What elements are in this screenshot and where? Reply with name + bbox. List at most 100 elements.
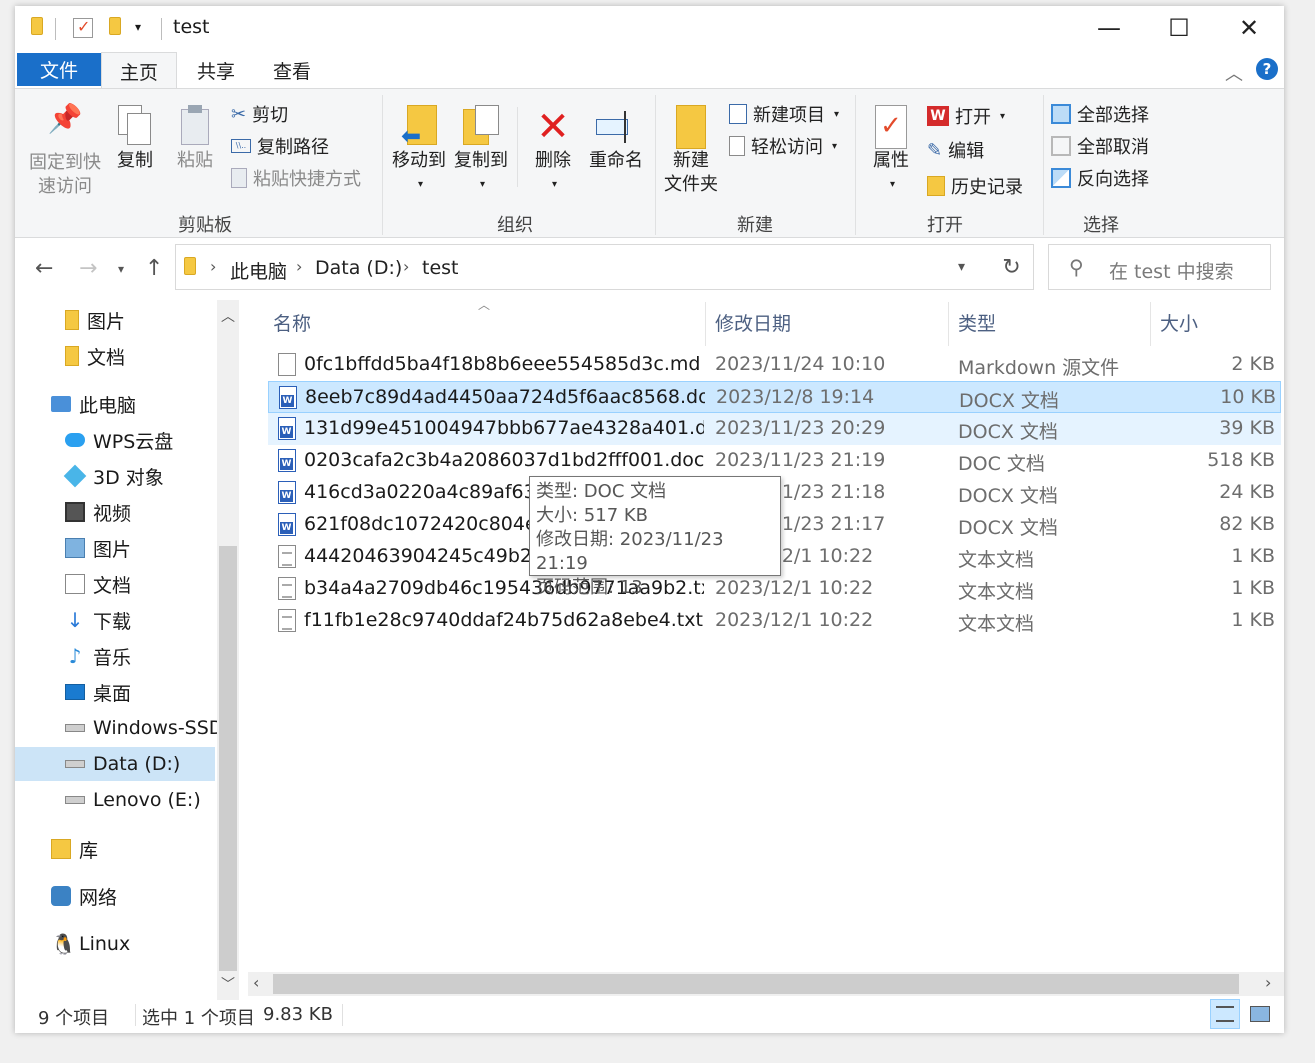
nav-item[interactable]: ↓ 下载 (65, 603, 131, 637)
file-size: 1 KB (1231, 609, 1275, 631)
nav-item[interactable]: 🐧 Linux (51, 927, 130, 961)
tab-view[interactable]: 查看 (261, 52, 323, 88)
nav-item[interactable]: Windows-SSD (65, 711, 223, 745)
properties-qat-icon[interactable]: ✓ (73, 17, 93, 38)
nav-item[interactable]: 文档 (65, 567, 131, 601)
tab-file[interactable]: 文件 (17, 53, 101, 86)
history-button[interactable]: 历史记录 (927, 173, 1023, 199)
rename-button[interactable]: 重命名 (585, 105, 647, 173)
breadcrumb-data-drive[interactable]: Data (D:) (315, 257, 402, 279)
nav-item[interactable]: 图片 (65, 303, 125, 337)
file-row[interactable]: 0203cafa2c3b4a2086037d1bd2fff001.doc 2023… (268, 445, 1281, 477)
invert-selection-icon (1051, 168, 1071, 188)
ribbon-tabs: 文件 主页 共享 查看 ︿ ? (15, 50, 1284, 89)
select-all-button[interactable]: 全部选择 (1051, 101, 1149, 127)
nav-item[interactable]: 视频 (65, 495, 131, 529)
new-item-label: 新建项目 (753, 105, 825, 126)
search-box[interactable]: ⚲ 在 test 中搜索 (1048, 244, 1271, 290)
select-none-button[interactable]: 全部取消 (1051, 133, 1149, 159)
explorer-window: ✓ ▾ test — ☐ ✕ 文件 主页 共享 查看 ︿ ? 📌 固定到快 速访… (15, 6, 1284, 1033)
column-header-size[interactable]: 大小 (1160, 309, 1198, 336)
refresh-icon: ↻ (1002, 254, 1021, 280)
close-button[interactable]: ✕ (1214, 6, 1284, 50)
tab-home[interactable]: 主页 (101, 52, 177, 89)
tab-share[interactable]: 共享 (185, 52, 247, 88)
easy-access-label: 轻松访问 (751, 137, 823, 158)
address-bar[interactable]: › 此电脑 › Data (D:) › test ▾ (175, 244, 991, 290)
file-row[interactable]: 8eeb7c89d4ad4450aa724d5f6aac8568.docx 202… (268, 381, 1281, 413)
easy-access-button[interactable]: 轻松访问 ▾ (729, 133, 837, 159)
nav-item[interactable]: ♪ 音乐 (65, 639, 131, 673)
paste-shortcut-button[interactable]: 粘贴快捷方式 (231, 165, 361, 191)
file-size: 10 KB (1220, 386, 1276, 408)
new-folder-qat-icon[interactable] (109, 17, 121, 35)
back-arrow-icon[interactable]: ← (35, 256, 53, 281)
pin-quick-access-button[interactable]: 📌 固定到快 速访问 (25, 105, 105, 199)
properties-button[interactable]: ✓ 属性 ▾ (863, 105, 919, 197)
nav-item[interactable]: 网络 (51, 879, 117, 913)
library-icon (51, 839, 71, 859)
nav-item[interactable]: 此电脑 (51, 387, 136, 421)
drive-icon (65, 724, 85, 732)
qat-dropdown-icon[interactable]: ▾ (135, 20, 141, 34)
scroll-up-icon[interactable]: ︿ (221, 306, 235, 326)
nav-item[interactable]: 桌面 (65, 675, 131, 709)
invert-selection-button[interactable]: 反向选择 (1051, 165, 1149, 191)
nav-item-label: Data (D:) (93, 753, 181, 775)
properties-icon: ✓ (875, 105, 907, 149)
file-date: 2023/12/8 19:14 (716, 386, 875, 408)
copy-path-button[interactable]: \\.. 复制路径 (231, 133, 329, 159)
delete-button[interactable]: ✕ 删除 ▾ (527, 105, 579, 197)
new-item-button[interactable]: 新建项目 ▾ (729, 101, 839, 127)
address-dropdown-icon[interactable]: ▾ (958, 259, 965, 275)
nav-item[interactable]: 图片 (65, 531, 131, 565)
column-header-type[interactable]: 类型 (958, 309, 996, 336)
cut-button[interactable]: ✂ 剪切 (231, 101, 288, 127)
horizontal-scrollbar-thumb[interactable] (273, 974, 1239, 994)
file-row[interactable]: 131d99e451004947bbb677ae4328a401.d... 202… (268, 413, 1281, 445)
copy-to-button[interactable]: 复制到 ▾ (451, 105, 511, 197)
copy-button[interactable]: 复制 (111, 105, 159, 173)
details-view-button[interactable] (1210, 999, 1240, 1029)
open-button[interactable]: W 打开 ▾ (927, 103, 1005, 129)
paste-button[interactable]: 粘贴 (171, 105, 219, 173)
collapse-ribbon-icon[interactable]: ︿ (1225, 60, 1243, 86)
window-title: test (173, 16, 210, 38)
nav-item[interactable]: 3D 对象 (63, 459, 164, 493)
delete-icon: ✕ (536, 104, 570, 150)
column-header-date[interactable]: 修改日期 (715, 309, 791, 336)
nav-item-label: 图片 (93, 538, 132, 561)
nav-item[interactable]: 文档 (65, 339, 125, 373)
edit-button[interactable]: ✎ 编辑 (927, 137, 984, 163)
recent-locations-chevron-icon[interactable]: ▾ (118, 262, 124, 276)
minimize-button[interactable]: — (1074, 6, 1144, 50)
column-header-name[interactable]: 名称 (273, 309, 311, 336)
nav-item[interactable]: Lenovo (E:) (65, 783, 201, 817)
scroll-right-icon[interactable]: › (1265, 973, 1271, 992)
search-placeholder: 在 test 中搜索 (1109, 261, 1234, 283)
large-icons-view-button[interactable] (1245, 999, 1275, 1029)
file-icon (278, 353, 296, 376)
new-folder-button[interactable]: 新建 文件夹 (661, 105, 721, 197)
video-icon (65, 502, 85, 522)
scroll-left-icon[interactable]: ‹ (253, 973, 259, 992)
nav-item[interactable]: WPS云盘 (65, 423, 173, 457)
forward-arrow-icon[interactable]: → (79, 256, 97, 281)
documents-icon (65, 574, 85, 594)
nav-item[interactable]: Data (D:) (15, 747, 215, 781)
nav-item[interactable]: 库 (51, 832, 98, 866)
breadcrumb-test[interactable]: test (422, 257, 459, 279)
breadcrumb-this-pc[interactable]: 此电脑 (230, 257, 287, 284)
maximize-button[interactable]: ☐ (1144, 6, 1214, 50)
file-date: 2023/11/24 10:10 (715, 353, 886, 375)
nav-scrollbar-thumb[interactable] (219, 546, 237, 971)
scroll-down-icon[interactable]: ﹀ (221, 974, 235, 994)
scissors-icon: ✂ (231, 103, 247, 125)
refresh-button[interactable]: ↻ (990, 244, 1034, 290)
up-arrow-icon[interactable]: ↑ (145, 256, 163, 281)
move-to-button[interactable]: ⬅ 移动到 ▾ (389, 105, 449, 197)
file-row[interactable]: b34a4a2709db46c195436db9771aa9b2.txt 2023… (268, 573, 1281, 605)
help-icon[interactable]: ? (1256, 58, 1278, 80)
file-row[interactable]: 0fc1bffdd5ba4f18b8b6eee554585d3c.md 2023/… (268, 349, 1281, 381)
file-row[interactable]: f11fb1e28c9740ddaf24b75d62a8ebe4.txt 2023… (268, 605, 1281, 637)
